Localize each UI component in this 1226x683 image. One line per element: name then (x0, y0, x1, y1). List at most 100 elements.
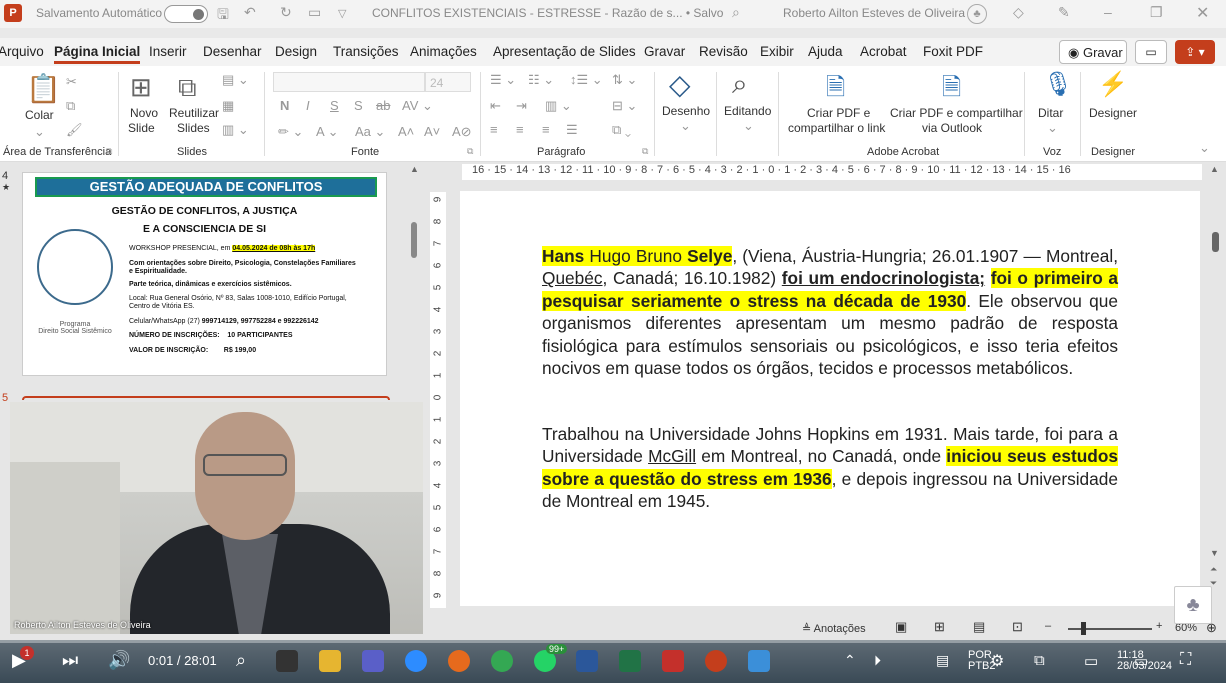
tab-revisao[interactable]: Revisão (699, 44, 748, 59)
diamond-icon[interactable]: ◇ (1013, 4, 1024, 21)
search-icon[interactable]: ⌕ (236, 650, 246, 671)
pdf-link-label-2[interactable]: compartilhar o link (788, 121, 885, 135)
tab-ajuda[interactable]: Ajuda (808, 44, 843, 59)
font-launcher-icon[interactable]: ⧉ (467, 146, 473, 157)
italic-icon[interactable]: I (306, 98, 310, 113)
tab-gravar[interactable]: Gravar (644, 44, 685, 59)
subtitles-icon[interactable]: ▤ (936, 652, 949, 669)
comments-button[interactable]: ▭ (1135, 40, 1167, 64)
paste-icon[interactable]: 📋 (26, 72, 61, 105)
pdf-link-icon[interactable]: 🗎 (826, 70, 845, 111)
powerpoint-taskbar-icon[interactable] (705, 650, 727, 672)
cut-icon[interactable]: ✂ (66, 74, 77, 90)
text-paragraph-1[interactable]: Hans Hugo Bruno Selye, (Viena, Áustria-H… (542, 245, 1118, 379)
new-slide-icon[interactable]: ⊞ (130, 72, 152, 103)
clipboard-launcher-icon[interactable]: ⧉ (106, 146, 112, 157)
record-button[interactable]: ◉ Gravar (1059, 40, 1127, 64)
theater-mode-icon[interactable]: ▭ (1084, 652, 1098, 670)
cloud-app-icon[interactable] (748, 650, 770, 672)
redo-icon[interactable]: ↻ (280, 4, 292, 21)
task-view-icon[interactable] (276, 650, 298, 672)
previous-slide-icon[interactable]: ⏶ (1210, 564, 1217, 575)
customize-chevron-icon[interactable]: ▽ (338, 7, 346, 20)
undo-icon[interactable]: ↶ (244, 4, 256, 21)
bold-icon[interactable]: N (280, 98, 289, 113)
align-right-icon[interactable]: ≡ (542, 122, 550, 137)
reuse-slides-icon[interactable]: ⧉ (178, 72, 197, 104)
tab-transicoes[interactable]: Transições (333, 44, 399, 59)
slide-canvas[interactable]: Hans Hugo Bruno Selye, (Viena, Áustria-H… (460, 191, 1200, 606)
numbering-icon[interactable]: ☷ ⌄ (528, 72, 554, 88)
decrease-indent-icon[interactable]: ⇤ (490, 98, 501, 114)
shadow-icon[interactable]: S (354, 98, 363, 113)
tab-pagina-inicial[interactable]: Página Inicial (54, 44, 141, 64)
slideshow-icon[interactable]: ⊡ (1012, 619, 1023, 635)
smartart-icon[interactable]: ⧉ ⌄ (612, 122, 631, 138)
paste-button[interactable]: Colar (25, 108, 54, 122)
zoom-out-icon[interactable]: – (1045, 620, 1051, 632)
chrome-icon[interactable] (491, 650, 513, 672)
tab-foxit[interactable]: Foxit PDF (923, 44, 983, 59)
columns-icon[interactable]: ▥ ⌄ (545, 98, 572, 114)
pdf-link-label-1[interactable]: Criar PDF e (807, 106, 870, 120)
scroll-down-icon[interactable]: ▼ (1210, 548, 1219, 558)
clear-format-icon[interactable]: A⊘ (452, 124, 472, 140)
thumbnail-scrollbar[interactable] (411, 222, 417, 258)
pdf-outlook-icon[interactable]: 🗎 (942, 70, 961, 111)
editing-button[interactable]: Editando (724, 104, 771, 118)
miniplayer-icon[interactable]: ⧉ (1034, 652, 1045, 669)
new-slide-label-1[interactable]: Novo (130, 106, 158, 120)
decrease-font-icon[interactable]: A˅ (424, 124, 440, 139)
font-name-select[interactable] (273, 72, 425, 92)
draw-button[interactable]: Desenho (662, 104, 710, 118)
cast-icon[interactable]: ▭ (1134, 652, 1148, 670)
close-icon[interactable]: ✕ (1196, 3, 1209, 23)
text-paragraph-2[interactable]: Trabalhou na Universidade Johns Hopkins … (542, 423, 1118, 513)
editing-chevron-icon[interactable]: ⌄ (743, 118, 754, 134)
collapse-ribbon-icon[interactable]: ⌄ (1199, 140, 1210, 156)
designer-button[interactable]: Designer (1089, 106, 1137, 120)
layout-icon[interactable]: ▤ ⌄ (222, 72, 249, 88)
microphone-icon[interactable]: 🎙 (1043, 70, 1073, 99)
font-color-icon[interactable]: A ⌄ (316, 124, 338, 140)
tab-exibir[interactable]: Exibir (760, 44, 794, 59)
bullets-icon[interactable]: ☰ ⌄ (490, 72, 516, 88)
change-case-icon[interactable]: Aa ⌄ (355, 124, 385, 140)
pdf-outlook-label-2[interactable]: via Outlook (922, 121, 982, 135)
strikethrough-icon[interactable]: ab (376, 98, 390, 113)
dictate-button[interactable]: Ditar (1038, 106, 1063, 120)
reading-view-icon[interactable]: ▤ (973, 619, 985, 635)
scroll-up-icon[interactable]: ▲ (1210, 164, 1219, 174)
volume-icon[interactable]: 🔊 (108, 650, 130, 671)
reset-icon[interactable]: ▦ (222, 98, 234, 114)
reuse-slides-label-2[interactable]: Slides (177, 121, 210, 135)
settings-gear-icon[interactable]: ⚙ (990, 651, 1004, 671)
slide-thumbnail-5[interactable] (22, 396, 390, 400)
fullscreen-icon[interactable]: ⛶ (1180, 651, 1191, 669)
zoom-in-icon[interactable]: + (1156, 620, 1162, 632)
video-progress-bar[interactable] (0, 640, 1226, 643)
draw-chevron-icon[interactable]: ⌄ (680, 118, 691, 134)
increase-font-icon[interactable]: A˄ (398, 124, 414, 139)
format-painter-icon[interactable]: 🖌 (66, 122, 83, 138)
notes-button[interactable]: ≜ Anotações (802, 622, 866, 635)
align-left-icon[interactable]: ≡ (490, 122, 498, 137)
align-text-icon[interactable]: ⊟ ⌄ (612, 98, 637, 114)
excel-icon[interactable] (619, 650, 641, 672)
paragraph-launcher-icon[interactable]: ⧉ (642, 146, 648, 157)
tray-chevron-icon[interactable]: ⌃ (844, 652, 856, 669)
tab-animacoes[interactable]: Animações (410, 44, 477, 59)
highlighter-icon[interactable]: ✏ ⌄ (278, 124, 303, 140)
editing-search-icon[interactable]: ⌕ (732, 68, 748, 101)
tab-arquivo[interactable]: Arquivo (0, 44, 44, 59)
increase-indent-icon[interactable]: ⇥ (516, 98, 527, 114)
line-spacing-icon[interactable]: ↕☰ ⌄ (570, 72, 603, 88)
new-slide-label-2[interactable]: Slide (128, 121, 155, 135)
section-icon[interactable]: ▥ ⌄ (222, 122, 249, 138)
restore-icon[interactable]: ❐ (1150, 4, 1163, 21)
autoplay-toggle-icon[interactable]: ⏵ (874, 652, 881, 669)
pdf-outlook-label-1[interactable]: Criar PDF e compartilhar (890, 106, 1023, 120)
channel-watermark-icon[interactable]: ♣ (1174, 586, 1212, 624)
tab-design[interactable]: Design (275, 44, 317, 59)
tab-inserir[interactable]: Inserir (149, 44, 187, 59)
